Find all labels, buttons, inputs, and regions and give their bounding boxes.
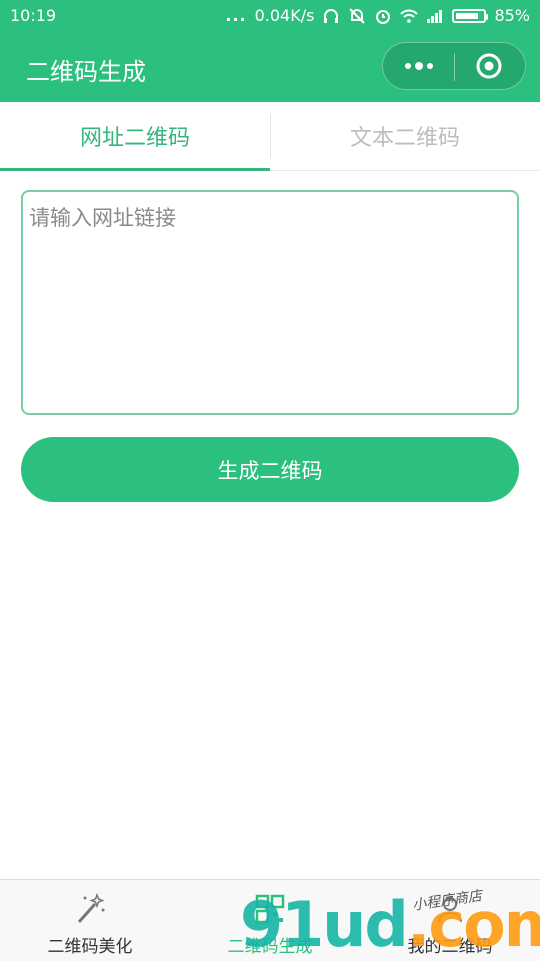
url-input[interactable] (21, 190, 519, 415)
battery-icon (452, 8, 489, 23)
battery-fill (456, 12, 479, 19)
app-header: 10:19 ... 0.04K/s 85% 二维码生成 (0, 0, 540, 102)
watermark-logo: 91ud.com (240, 888, 540, 961)
page-title: 二维码生成 (26, 58, 146, 86)
close-button[interactable] (453, 43, 525, 89)
more-dots-icon (404, 62, 433, 70)
watermark-brand-a: 91ud (240, 888, 409, 961)
signal-icon (427, 9, 443, 23)
status-dots: ... (225, 6, 247, 25)
tabbar-item-beautify[interactable]: 二维码美化 (0, 880, 180, 961)
status-time: 10:19 (10, 6, 57, 25)
tab-bar-top: 网址二维码 文本二维码 (0, 102, 540, 171)
wifi-icon (400, 9, 419, 23)
active-tab-indicator (0, 168, 270, 171)
status-right: ... 0.04K/s 85% (225, 6, 530, 25)
headphone-icon (324, 8, 339, 23)
tabbar-label-beautify: 二维码美化 (47, 937, 133, 957)
battery-percent: 85% (494, 6, 530, 25)
network-speed: 0.04K/s (254, 6, 315, 25)
tab-url-qrcode[interactable]: 网址二维码 (0, 102, 270, 170)
mini-program-capsule (382, 42, 526, 90)
generate-qrcode-button[interactable]: 生成二维码 (21, 437, 519, 502)
tab-text-qrcode[interactable]: 文本二维码 (270, 102, 540, 170)
alarm-icon (376, 9, 391, 24)
mute-bell-icon (349, 7, 366, 24)
status-bar: 10:19 ... 0.04K/s 85% (0, 0, 540, 32)
more-button[interactable] (383, 43, 454, 89)
close-target-icon (476, 53, 502, 79)
magic-wand-icon (73, 892, 107, 926)
